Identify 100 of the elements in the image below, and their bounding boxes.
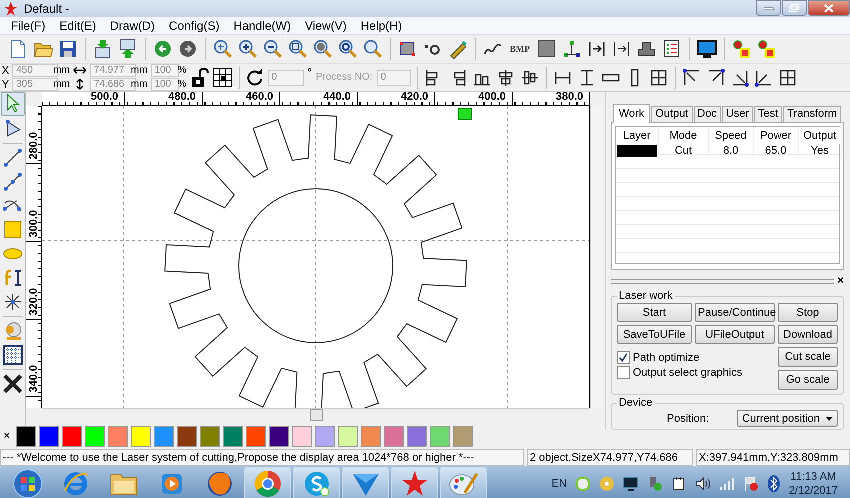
corner-arrow-icon[interactable]	[682, 68, 702, 88]
checkbox[interactable]	[617, 351, 630, 364]
color-swatch[interactable]	[338, 426, 358, 446]
menu-item[interactable]: File(F)	[4, 18, 53, 32]
color-swatch[interactable]	[452, 426, 473, 446]
menu-item[interactable]: Help(H)	[354, 18, 410, 32]
flag-warning-icon[interactable]	[743, 476, 760, 492]
menu-item[interactable]: Draw(D)	[103, 18, 162, 32]
color-swatch[interactable]	[130, 426, 151, 446]
save-icon[interactable]	[58, 39, 78, 59]
color-swatch[interactable]	[268, 426, 289, 446]
disc-icon[interactable]	[599, 476, 616, 492]
menu-item[interactable]: View(V)	[298, 18, 354, 32]
nodes-icon[interactable]	[562, 39, 582, 59]
back-icon[interactable]	[153, 39, 173, 59]
forward-icon[interactable]	[178, 39, 198, 59]
square-icon[interactable]	[537, 39, 557, 59]
spacing-icon[interactable]	[612, 39, 632, 59]
marker-square[interactable]	[458, 108, 472, 120]
scale-button[interactable]: Cut scale	[778, 347, 838, 367]
action-button[interactable]: Start	[617, 303, 692, 322]
center-icon[interactable]	[778, 68, 798, 88]
tab[interactable]: User	[722, 106, 754, 122]
checklist-icon[interactable]	[662, 39, 682, 59]
color-swatch[interactable]	[430, 426, 450, 446]
action-button[interactable]: Download	[778, 325, 838, 344]
taskbar-app[interactable]	[342, 467, 389, 498]
color-swatch[interactable]	[16, 426, 36, 446]
color-swatch[interactable]	[62, 426, 82, 446]
bluetooth-icon[interactable]	[767, 474, 782, 492]
zoom-out-icon[interactable]	[263, 39, 283, 59]
magnifier-icon[interactable]	[288, 39, 308, 59]
tab[interactable]: Work	[613, 104, 650, 123]
array-grid-icon[interactable]	[2, 344, 24, 366]
rectangle-icon[interactable]	[398, 39, 418, 59]
action-button[interactable]: UFileOutput	[695, 325, 775, 344]
bitmap-button[interactable]: BMP	[508, 44, 532, 54]
close-button[interactable]	[808, 0, 850, 16]
color-swatch[interactable]	[154, 426, 174, 446]
restore-button[interactable]	[782, 0, 807, 16]
taskbar-app[interactable]	[440, 467, 487, 498]
grid-icon[interactable]	[212, 68, 233, 88]
checkbox-label[interactable]: Path optimize	[633, 352, 700, 364]
table-cell: 65.0	[754, 144, 799, 158]
color-swatch[interactable]	[246, 426, 266, 446]
color-swatch[interactable]	[38, 426, 59, 446]
color-swatch[interactable]	[384, 426, 404, 446]
color-swatch[interactable]	[84, 426, 105, 446]
close-button[interactable]: ×	[2, 430, 13, 442]
magnifier-icon[interactable]	[338, 39, 358, 59]
tab[interactable]: Doc	[694, 106, 722, 122]
color-swatch[interactable]	[222, 426, 243, 446]
color-swatch[interactable]	[176, 426, 197, 446]
vertical-scrollbar[interactable]	[590, 106, 603, 408]
speaker-icon[interactable]	[695, 476, 712, 492]
menu-item[interactable]: Handle(W)	[226, 18, 298, 32]
lock-icon[interactable]	[190, 68, 209, 88]
spacing-icon[interactable]	[587, 39, 607, 59]
menu-item[interactable]: Edit(E)	[52, 18, 104, 32]
import-icon[interactable]	[93, 39, 113, 59]
minimize-button[interactable]	[756, 0, 781, 16]
rotate-icon[interactable]	[246, 68, 264, 86]
action-button[interactable]: Pause/Continue	[695, 303, 775, 322]
close-button[interactable]: ×	[838, 275, 844, 287]
color-swatch[interactable]	[360, 426, 381, 446]
color-swatch[interactable]	[108, 426, 128, 446]
magnifier-icon[interactable]	[213, 39, 233, 59]
line-icon[interactable]	[2, 147, 24, 169]
export-icon[interactable]	[118, 39, 138, 59]
menu-item[interactable]: Config(S)	[162, 18, 227, 32]
delete-icon[interactable]	[2, 373, 24, 395]
action-button[interactable]: Stop	[778, 303, 838, 322]
checkbox[interactable]	[617, 366, 630, 379]
center-icon[interactable]	[648, 68, 669, 88]
position-dropdown[interactable]: Current position	[737, 410, 838, 427]
color-swatch[interactable]	[292, 426, 312, 446]
zoom-in-icon[interactable]	[238, 39, 258, 59]
tab[interactable]: Test	[754, 106, 782, 122]
tab[interactable]: Transform	[783, 106, 842, 122]
language-indicator[interactable]: EN	[552, 478, 568, 490]
taskbar-app[interactable]	[293, 467, 340, 498]
taskbar-app[interactable]	[391, 467, 438, 498]
checkbox-label[interactable]: Output select graphics	[633, 366, 742, 378]
taskbar-app[interactable]	[244, 467, 291, 498]
color-swatch[interactable]	[200, 426, 220, 446]
pen-icon[interactable]	[448, 39, 468, 59]
selection-icon[interactable]	[757, 39, 777, 59]
polyline-icon[interactable]	[2, 171, 24, 193]
scale-button[interactable]: Go scale	[778, 370, 838, 390]
magnifier-icon[interactable]	[313, 39, 333, 59]
monitor-icon[interactable]	[697, 39, 717, 59]
clock[interactable]: 11:13 AM 2/12/2017	[789, 470, 838, 498]
tab[interactable]: Output	[651, 106, 692, 122]
selection-icon[interactable]	[732, 39, 752, 59]
magnifier-icon[interactable]	[363, 39, 383, 59]
monitor-icon[interactable]	[623, 476, 640, 492]
color-swatch[interactable]	[406, 426, 427, 446]
width-arrow-icon[interactable]	[73, 65, 88, 76]
color-swatch[interactable]	[314, 426, 335, 446]
action-button[interactable]: SaveToUFile	[617, 325, 692, 344]
